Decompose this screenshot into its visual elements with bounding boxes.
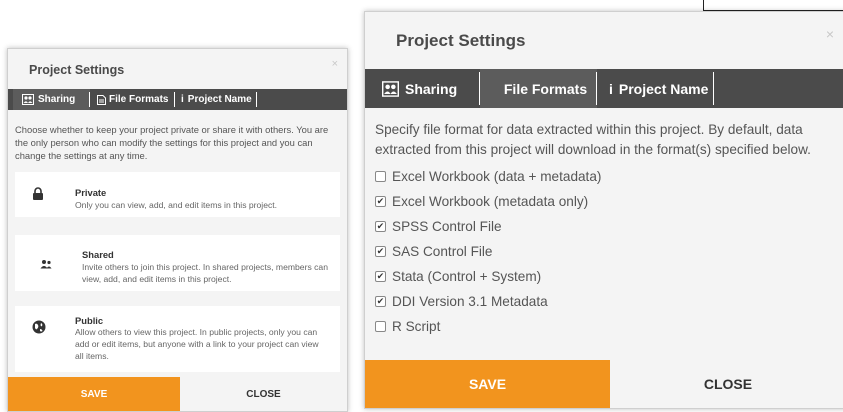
option-name: Shared — [82, 249, 114, 260]
sharing-intro-text: Choose whether to keep your project priv… — [15, 124, 329, 161]
format-label: Stata (Control + System) — [392, 269, 542, 284]
format-label: Excel Workbook (data + metadata) — [392, 169, 602, 184]
format-option-stata[interactable]: Stata (Control + System) — [375, 269, 541, 284]
settings-tabbar: Sharing File Formats i Project Name — [8, 89, 347, 110]
sharing-option-public[interactable]: Public Allow others to view this project… — [15, 306, 340, 372]
people-icon — [22, 94, 34, 105]
dialog-title: Project Settings — [29, 63, 125, 77]
format-option-sas[interactable]: SAS Control File — [375, 244, 492, 259]
close-icon[interactable]: × — [332, 58, 338, 70]
project-settings-dialog-sharing: Project Settings × Sharing File Formats … — [7, 48, 348, 412]
sharing-option-private[interactable]: Private Only you can view, add, and edit… — [15, 172, 340, 217]
tab-file-formats[interactable]: File Formats — [480, 69, 597, 108]
tab-project-name[interactable]: i Project Name — [175, 89, 257, 110]
tab-label: Sharing — [405, 80, 458, 97]
checkbox[interactable] — [375, 196, 386, 207]
checkbox[interactable] — [375, 321, 386, 332]
globe-icon — [32, 320, 46, 334]
format-option-excel-metadata-only[interactable]: Excel Workbook (metadata only) — [375, 194, 588, 209]
background-window-edge — [703, 0, 843, 11]
tab-label: File Formats — [109, 94, 169, 105]
tab-label: Project Name — [187, 94, 252, 105]
tab-label: Sharing — [38, 94, 76, 105]
checkbox[interactable] — [375, 171, 386, 182]
format-option-r-script[interactable]: R Script — [375, 319, 440, 334]
dialog-footer: SAVE CLOSE — [8, 377, 347, 411]
checkbox[interactable] — [375, 296, 386, 307]
format-label: R Script — [392, 319, 441, 334]
info-icon: i — [609, 80, 613, 97]
tab-file-formats[interactable]: File Formats — [90, 89, 175, 110]
dialog-title: Project Settings — [396, 31, 526, 50]
tab-sharing[interactable]: Sharing — [13, 89, 90, 110]
close-button[interactable]: CLOSE — [180, 377, 347, 411]
tab-project-name[interactable]: i Project Name — [597, 69, 714, 108]
file-formats-intro-text: Specify file format for data extracted w… — [375, 122, 811, 157]
tab-sharing[interactable]: Sharing — [374, 69, 480, 108]
save-button[interactable]: SAVE — [365, 360, 610, 408]
format-label: DDI Version 3.1 Metadata — [392, 294, 548, 309]
tab-label: Project Name — [618, 80, 709, 97]
checkbox[interactable] — [375, 246, 386, 257]
settings-tabbar: Sharing File Formats i Project Name — [365, 69, 843, 108]
users-icon — [39, 257, 53, 271]
people-icon — [382, 80, 399, 97]
info-icon: i — [181, 94, 184, 105]
option-name: Public — [75, 315, 104, 326]
format-option-excel-data-metadata[interactable]: Excel Workbook (data + metadata) — [375, 169, 601, 184]
checkbox[interactable] — [375, 271, 386, 282]
sharing-option-shared[interactable]: Shared Invite others to join this projec… — [15, 235, 340, 291]
tab-label: File Formats — [503, 80, 588, 97]
file-icon — [97, 94, 106, 105]
option-description: Allow others to view this project. In pu… — [75, 327, 319, 361]
lock-icon — [31, 187, 45, 201]
format-option-ddi[interactable]: DDI Version 3.1 Metadata — [375, 294, 548, 309]
checkbox[interactable] — [375, 221, 386, 232]
option-description: Invite others to join this project. In s… — [82, 262, 328, 284]
format-label: SPSS Control File — [392, 219, 502, 234]
project-settings-dialog-file-formats: Project Settings × Sharing File Formats … — [364, 11, 843, 409]
close-icon[interactable]: × — [826, 26, 834, 42]
option-name: Private — [75, 187, 107, 198]
save-button[interactable]: SAVE — [8, 377, 180, 411]
format-label: Excel Workbook (metadata only) — [392, 194, 589, 209]
dialog-footer: SAVE CLOSE — [365, 360, 843, 408]
close-button[interactable]: CLOSE — [610, 360, 843, 408]
format-option-spss[interactable]: SPSS Control File — [375, 219, 502, 234]
format-label: SAS Control File — [392, 244, 493, 259]
option-description: Only you can view, add, and edit items i… — [75, 200, 278, 210]
